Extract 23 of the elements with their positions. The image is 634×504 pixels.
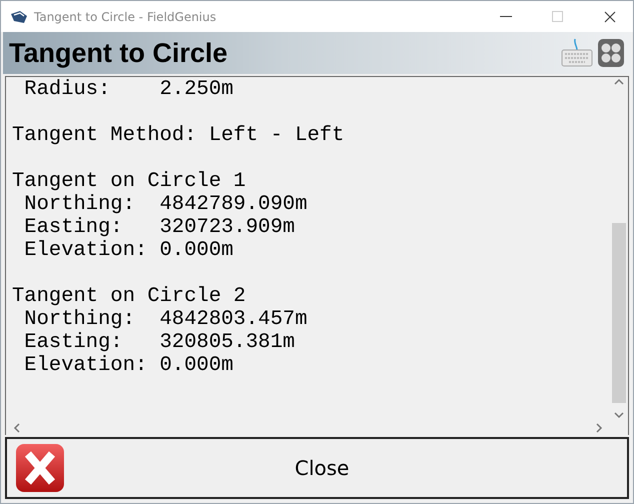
minimize-icon[interactable] [500, 16, 512, 18]
scroll-left-icon[interactable] [12, 422, 22, 432]
report-line: Northing: 4842789.090m [23, 193, 308, 216]
scroll-down-icon[interactable] [614, 410, 624, 420]
report-line: Tangent on Circle 1 [12, 170, 247, 193]
close-dialog-button[interactable]: Close [5, 437, 629, 499]
report-line: Elevation: 0.000m [23, 239, 234, 262]
report-line: Tangent on Circle 2 [12, 285, 247, 308]
scroll-up-icon[interactable] [614, 77, 624, 87]
report-line: Radius: 2.250m [23, 78, 234, 101]
scrollbar-thumb[interactable] [612, 223, 626, 403]
report-line: Easting: 320723.909m [23, 216, 296, 239]
close-icon[interactable] [604, 10, 616, 22]
window-title: Tangent to Circle - FieldGenius [34, 10, 218, 24]
scroll-right-icon[interactable] [594, 422, 604, 432]
calculator-icon[interactable] [597, 38, 625, 68]
report-line: Elevation: 0.000m [23, 354, 234, 377]
close-icon [15, 443, 65, 493]
report-line: Tangent Method: Left - Left [12, 124, 346, 147]
report-line: Easting: 320805.381m [23, 331, 296, 354]
app-icon [10, 10, 28, 24]
report-line: Northing: 4842803.457m [23, 308, 308, 331]
page-title: Tangent to Circle [9, 38, 229, 68]
